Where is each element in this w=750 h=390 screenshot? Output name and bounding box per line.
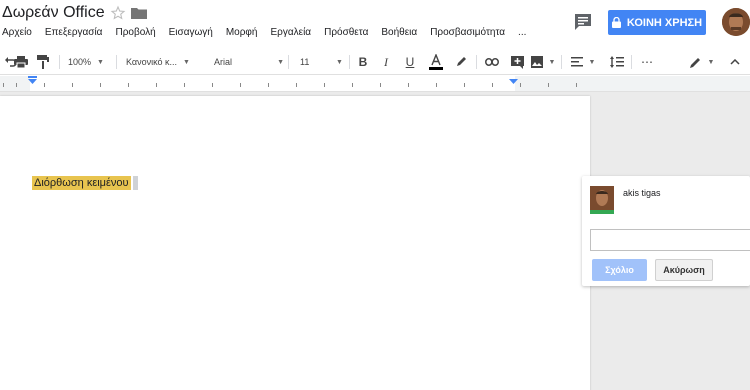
toolbar-divider [631, 55, 632, 69]
menu-edit[interactable]: Επεξεργασία [45, 25, 103, 41]
menu-bar: Αρχείο Επεξεργασία Προβολή Εισαγωγή Μορφ… [0, 25, 537, 41]
chevron-down-icon: ▼ [548, 58, 556, 66]
account-avatar[interactable] [722, 8, 750, 36]
pencil-icon [689, 58, 700, 68]
chevron-down-icon: ▼ [277, 58, 284, 66]
menu-tools[interactable]: Εργαλεία [270, 25, 311, 41]
comment-input[interactable] [590, 229, 750, 251]
menu-more[interactable]: ... [518, 25, 526, 41]
chevron-down-icon: ▼ [707, 58, 715, 66]
menu-format[interactable]: Μορφή [226, 25, 258, 41]
text-color-button[interactable] [427, 52, 445, 72]
highlight-color-button[interactable] [452, 52, 470, 72]
highlighter-icon [457, 57, 466, 66]
comment-avatar [590, 186, 614, 214]
chevron-down-icon: ▼ [97, 58, 104, 66]
comments-icon[interactable] [574, 13, 592, 31]
line-spacing-button[interactable] [608, 52, 626, 72]
share-label: ΚΟΙΝΗ ΧΡΗΣΗ [626, 16, 703, 29]
add-comment-icon [510, 55, 524, 69]
toolbar-divider [561, 55, 562, 69]
editing-mode-button[interactable]: ▼ [688, 52, 716, 72]
toolbar-divider [349, 55, 350, 69]
style-select[interactable]: Κανονικό κ... ▼ [126, 52, 206, 72]
font-size-select[interactable]: 11 ▼ [300, 52, 344, 72]
document-title[interactable]: Δωρεάν Office [2, 4, 105, 22]
menu-view[interactable]: Προβολή [115, 25, 155, 41]
comment-submit-button[interactable]: Σχόλιο [592, 259, 647, 281]
print-icon [14, 56, 28, 68]
line-spacing-icon [610, 56, 624, 68]
docs-app: Δωρεάν Office ΚΟΙΝΗ ΧΡΗΣΗ Αρχείο Επεξεργ… [0, 0, 750, 390]
menu-addons[interactable]: Πρόσθετα [324, 25, 368, 41]
chevron-down-icon: ▼ [183, 58, 190, 66]
toolbar-divider [59, 55, 60, 69]
menu-help[interactable]: Βοήθεια [381, 25, 417, 41]
comment-cancel-button[interactable]: Ακύρωση [655, 259, 713, 281]
comment-username: akis tigas [623, 188, 661, 198]
chevron-down-icon: ▼ [588, 58, 596, 66]
lock-icon [611, 17, 621, 28]
insert-link-button[interactable] [483, 52, 501, 72]
underline-icon: U [405, 55, 415, 69]
toolbar-divider [288, 55, 289, 69]
paint-format-button[interactable] [34, 52, 52, 72]
comment-pointer [574, 178, 582, 194]
more-icon: ⋯ [641, 55, 653, 69]
zoom-select[interactable]: 100% ▼ [68, 52, 112, 72]
align-left-icon [570, 57, 583, 67]
underline-button[interactable]: U [402, 52, 418, 72]
paint-format-icon [37, 55, 49, 69]
insert-comment-button[interactable] [508, 52, 526, 72]
chevron-down-icon: ▼ [336, 58, 343, 66]
font-select[interactable]: Arial ▼ [214, 52, 284, 72]
ruler-ticks [3, 76, 577, 87]
menu-insert[interactable]: Εισαγωγή [169, 25, 213, 41]
italic-icon: I [384, 54, 388, 69]
insert-image-button[interactable]: ▼ [530, 52, 556, 72]
font-size-value: 11 [300, 57, 310, 67]
text-color-icon [429, 54, 443, 70]
link-icon [485, 58, 499, 66]
text-cursor [133, 176, 138, 190]
toolbar: 100% ▼ Κανονικό κ... ▼ Arial ▼ 11 ▼ B I U ▼ … [0, 49, 750, 75]
bold-icon: B [358, 55, 368, 69]
style-value: Κανονικό κ... [126, 57, 177, 67]
document-page[interactable]: Διόρθωση κειμένου [0, 96, 590, 390]
more-toolbar-button[interactable]: ⋯ [638, 52, 656, 72]
toolbar-divider [116, 55, 117, 69]
share-button[interactable]: ΚΟΙΝΗ ΧΡΗΣΗ [608, 10, 706, 35]
chevron-up-icon [730, 59, 740, 65]
comment-panel: akis tigas Σχόλιο Ακύρωση [582, 176, 750, 286]
image-icon [530, 56, 543, 68]
align-button[interactable]: ▼ [569, 52, 597, 72]
menu-accessibility[interactable]: Προσβασιμότητα [430, 25, 505, 41]
star-icon[interactable] [110, 5, 126, 21]
menu-file[interactable]: Αρχείο [2, 25, 32, 41]
folder-icon[interactable] [131, 7, 147, 19]
ruler[interactable] [0, 76, 750, 92]
print-button[interactable] [12, 52, 30, 72]
collapse-menus-button[interactable] [728, 52, 742, 72]
italic-button[interactable]: I [378, 52, 394, 72]
toolbar-divider [476, 55, 477, 69]
bold-button[interactable]: B [355, 52, 371, 72]
font-value: Arial [214, 57, 233, 67]
title-bar: Δωρεάν Office ΚΟΙΝΗ ΧΡΗΣΗ [0, 0, 750, 36]
selected-text[interactable]: Διόρθωση κειμένου [32, 176, 131, 190]
zoom-value: 100% [68, 57, 92, 67]
